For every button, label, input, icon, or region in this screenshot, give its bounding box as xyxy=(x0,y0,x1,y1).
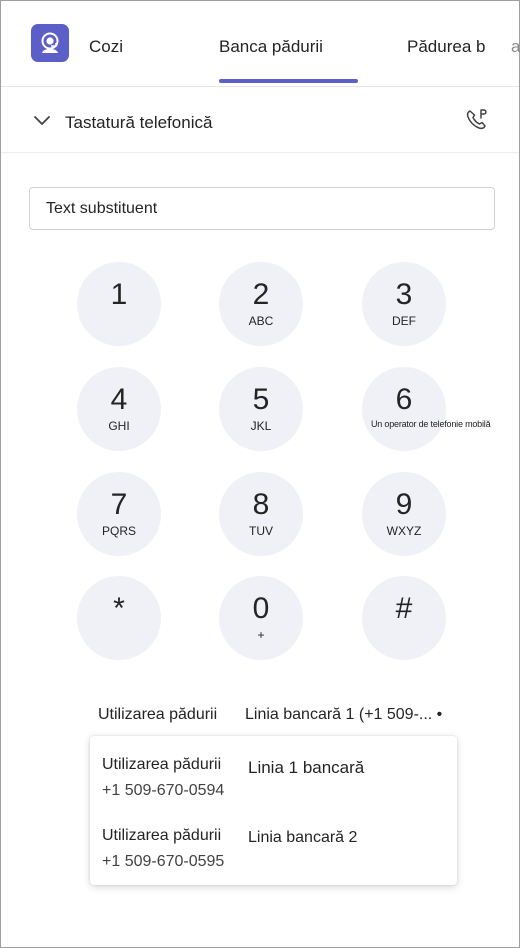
key-letters: GHI xyxy=(108,419,130,433)
key-letters: WXYZ xyxy=(386,524,422,538)
key-digit: # xyxy=(395,592,413,625)
caller-line-menu: Utilizarea pădurii +1 509-670-0594 Linia… xyxy=(90,736,457,885)
app-header: Cozi Banca pădurii Pădurea b a xyxy=(1,1,520,87)
call-park-icon xyxy=(464,107,490,138)
dialpad-key-star[interactable]: * xyxy=(77,576,161,660)
option-line-name: Linia 1 bancară xyxy=(248,758,365,777)
key-letters: JKL xyxy=(250,419,272,433)
key-letters: TUV xyxy=(249,524,273,538)
tab-banca-padurii[interactable]: Banca pădurii xyxy=(219,37,323,57)
dialpad-key-8[interactable]: 8 TUV xyxy=(219,472,303,556)
dialpad-key-9[interactable]: 9 WXYZ xyxy=(362,472,446,556)
call-park-button[interactable] xyxy=(463,108,491,136)
option-number: +1 509-670-0594 xyxy=(102,782,225,799)
key-digit: 8 xyxy=(252,488,270,521)
dialpad-key-5[interactable]: 5 JKL xyxy=(219,367,303,451)
dialpad-key-4[interactable]: 4 GHI xyxy=(77,367,161,451)
key-letters: Un operator de telefonie mobilă xyxy=(371,419,491,429)
key-letters: ABC xyxy=(248,314,274,328)
chevron-down-icon[interactable] xyxy=(33,114,51,132)
headset-person-icon[interactable] xyxy=(31,24,69,62)
dialpad-section-header[interactable]: Tastatură telefonică xyxy=(1,87,519,153)
dialpad-key-1[interactable]: 1 xyxy=(77,262,161,346)
key-digit: 0 xyxy=(252,592,270,625)
app-frame: Cozi Banca pădurii Pădurea b a Tastatură… xyxy=(0,0,520,948)
option-number: +1 509-670-0595 xyxy=(102,853,225,870)
dialpad-key-hash[interactable]: # xyxy=(362,576,446,660)
app-name: Cozi xyxy=(89,37,124,56)
key-digit: 6 xyxy=(395,383,413,416)
tab-padurea-b[interactable]: Pădurea b xyxy=(407,37,485,57)
dialpad-key-0[interactable]: 0 + xyxy=(219,576,303,660)
caller-line-dropdown[interactable]: Linia bancară 1 (+1 509-... • xyxy=(245,706,442,724)
option-line-name: Linia bancară 2 xyxy=(248,829,358,846)
option-name: Utilizarea pădurii xyxy=(102,756,222,773)
dialpad-key-2[interactable]: 2 ABC xyxy=(219,262,303,346)
caller-line-label: Utilizarea pădurii xyxy=(98,706,218,723)
tab-overflow-partial[interactable]: a xyxy=(511,37,520,57)
section-title: Tastatură telefonică xyxy=(65,113,213,132)
key-digit: 7 xyxy=(110,488,128,521)
dialpad-key-3[interactable]: 3 DEF xyxy=(362,262,446,346)
key-digit: * xyxy=(113,592,125,625)
key-letters: PQRS xyxy=(101,524,136,538)
dialpad-key-7[interactable]: 7 PQRS xyxy=(77,472,161,556)
key-digit: 5 xyxy=(252,383,270,416)
key-digit: 9 xyxy=(395,488,413,521)
key-digit: 2 xyxy=(252,278,270,311)
line-option[interactable]: Utilizarea pădurii +1 509-670-0594 Linia… xyxy=(90,750,457,816)
dialpad-key-6[interactable]: 6 Un operator de telefonie mobilă xyxy=(362,367,491,451)
key-digit: 4 xyxy=(110,383,128,416)
key-digit: 3 xyxy=(395,278,413,311)
key-letters: + xyxy=(257,628,265,642)
key-digit: 1 xyxy=(110,278,128,311)
key-letters: DEF xyxy=(392,314,416,328)
line-option[interactable]: Utilizarea pădurii +1 509-670-0595 Linia… xyxy=(90,821,457,887)
option-name: Utilizarea pădurii xyxy=(102,827,222,844)
number-input[interactable] xyxy=(29,187,495,230)
selected-tab-indicator xyxy=(219,79,358,83)
